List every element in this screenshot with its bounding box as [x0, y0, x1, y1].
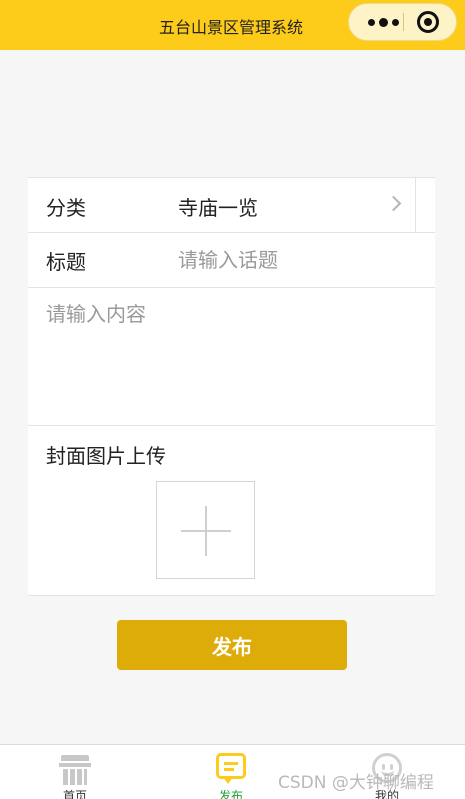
- chat-icon: [216, 753, 246, 784]
- menu-capsule: [348, 3, 457, 41]
- title-row: 标题: [28, 233, 435, 288]
- content-textarea[interactable]: [46, 298, 426, 418]
- divider: [415, 178, 416, 232]
- category-label: 分类: [46, 196, 86, 220]
- watermark: CSDN @大钟聊编程: [278, 773, 434, 793]
- capsule-divider: [403, 13, 404, 31]
- temple-icon: [59, 753, 91, 785]
- title-label: 标题: [46, 250, 86, 274]
- cover-upload-label: 封面图片上传: [46, 444, 166, 468]
- tab-home-label: 首页: [62, 789, 87, 799]
- cover-upload-section: 封面图片上传: [28, 425, 435, 596]
- publish-button[interactable]: 发布: [117, 620, 347, 670]
- tab-home[interactable]: 首页: [35, 745, 115, 799]
- tab-publish[interactable]: 发布: [191, 745, 271, 799]
- title-input[interactable]: [178, 243, 418, 277]
- tab-publish-label: 发布: [218, 789, 243, 799]
- publish-form: 分类 寺庙一览 标题 封面图片上传: [28, 177, 435, 596]
- image-upload-button[interactable]: [156, 481, 255, 579]
- category-picker[interactable]: 分类 寺庙一览: [28, 178, 435, 233]
- more-options-icon[interactable]: [361, 4, 405, 40]
- plus-icon: [181, 506, 231, 556]
- chevron-right-icon: [385, 195, 402, 212]
- top-navbar: 五台山景区管理系统: [0, 0, 465, 50]
- category-value[interactable]: 寺庙一览: [178, 192, 258, 221]
- close-miniprogram-icon[interactable]: [417, 11, 439, 33]
